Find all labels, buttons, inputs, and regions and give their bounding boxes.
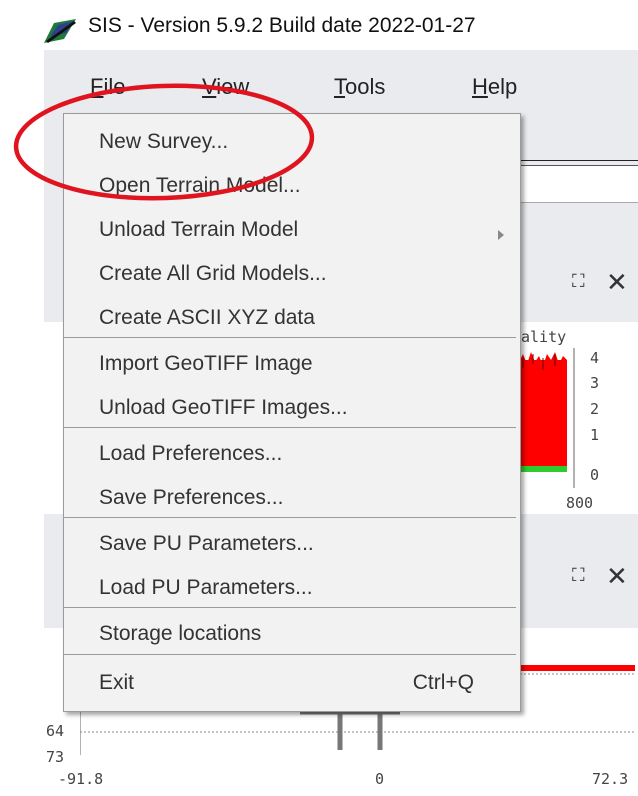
menu-bar: File View Tools Help (44, 60, 638, 110)
menu-tools-label: ools (345, 74, 386, 99)
menu-item-create-ascii-xyz[interactable]: Create ASCII XYZ data (99, 306, 315, 330)
close-icon[interactable]: ✕ (606, 561, 628, 592)
quality-x-tick-right: 800 (566, 494, 594, 512)
menu-item-load-preferences[interactable]: Load Preferences... (99, 442, 282, 466)
menu-item-save-preferences[interactable]: Save Preferences... (99, 486, 283, 510)
menu-item-unload-geotiff[interactable]: Unload GeoTIFF Images... (99, 396, 348, 420)
depth-y-tick-73: 73 (46, 748, 65, 766)
quality-y-tick-4: 4 (590, 349, 600, 367)
menu-tools-mnemonic: T (334, 74, 345, 99)
menu-item-create-all-grid-models[interactable]: Create All Grid Models... (99, 262, 327, 286)
file-menu-dropdown: New Survey... Open Terrain Model... Unlo… (63, 113, 521, 712)
menu-item-open-terrain-model[interactable]: Open Terrain Model... (99, 174, 301, 198)
maximize-icon[interactable]: ⛶ (572, 271, 585, 292)
menu-separator (64, 427, 516, 428)
quality-y-tick-0: 0 (590, 466, 600, 484)
depth-x-tick-right: 72.3 (592, 770, 629, 788)
title-bar: SIS - Version 5.9.2 Build date 2022-01-2… (0, 0, 638, 50)
menu-item-load-pu-parameters[interactable]: Load PU Parameters... (99, 576, 313, 600)
quality-y-tick-2: 2 (590, 400, 600, 418)
toolbar-input-field[interactable] (515, 165, 638, 203)
quality-chart-label: ality (521, 328, 567, 346)
menu-file-mnemonic: F (90, 74, 104, 99)
toolbar-divider (515, 160, 638, 161)
menu-file[interactable]: File (90, 74, 125, 100)
menu-separator (64, 517, 516, 518)
quality-y-tick-3: 3 (590, 374, 600, 392)
menu-file-label: ile (103, 74, 126, 99)
menu-item-new-survey[interactable]: New Survey... (99, 130, 228, 154)
submenu-arrow-icon (498, 230, 504, 240)
depth-y-tick-64: 64 (46, 722, 65, 740)
menu-item-storage-locations[interactable]: Storage locations (99, 622, 261, 646)
quality-chart-bars (519, 348, 575, 488)
menu-help-mnemonic: H (472, 74, 488, 99)
close-icon[interactable]: ✕ (606, 267, 628, 298)
app-logo-icon (44, 19, 76, 43)
maximize-icon[interactable]: ⛶ (572, 565, 585, 586)
exit-shortcut: Ctrl+Q (412, 671, 474, 694)
menu-help[interactable]: Help (472, 74, 517, 100)
menu-item-import-geotiff[interactable]: Import GeoTIFF Image (99, 352, 313, 376)
depth-x-tick-zero: 0 (375, 770, 385, 788)
depth-x-tick-left: -91.8 (58, 770, 104, 788)
menu-help-label: elp (487, 74, 518, 99)
menu-item-save-pu-parameters[interactable]: Save PU Parameters... (99, 532, 314, 556)
menu-separator (64, 607, 516, 608)
menu-item-unload-terrain-model[interactable]: Unload Terrain Model (99, 218, 298, 242)
menu-view-label: iew (216, 74, 250, 99)
menu-view-mnemonic: V (202, 74, 217, 99)
menu-separator (64, 654, 516, 655)
menu-separator (64, 337, 516, 338)
menu-view[interactable]: View (202, 74, 249, 100)
window-title: SIS - Version 5.9.2 Build date 2022-01-2… (88, 14, 476, 37)
menu-item-exit[interactable]: Exit (99, 671, 134, 695)
quality-y-tick-1: 1 (590, 426, 600, 444)
menu-tools[interactable]: Tools (334, 74, 385, 100)
